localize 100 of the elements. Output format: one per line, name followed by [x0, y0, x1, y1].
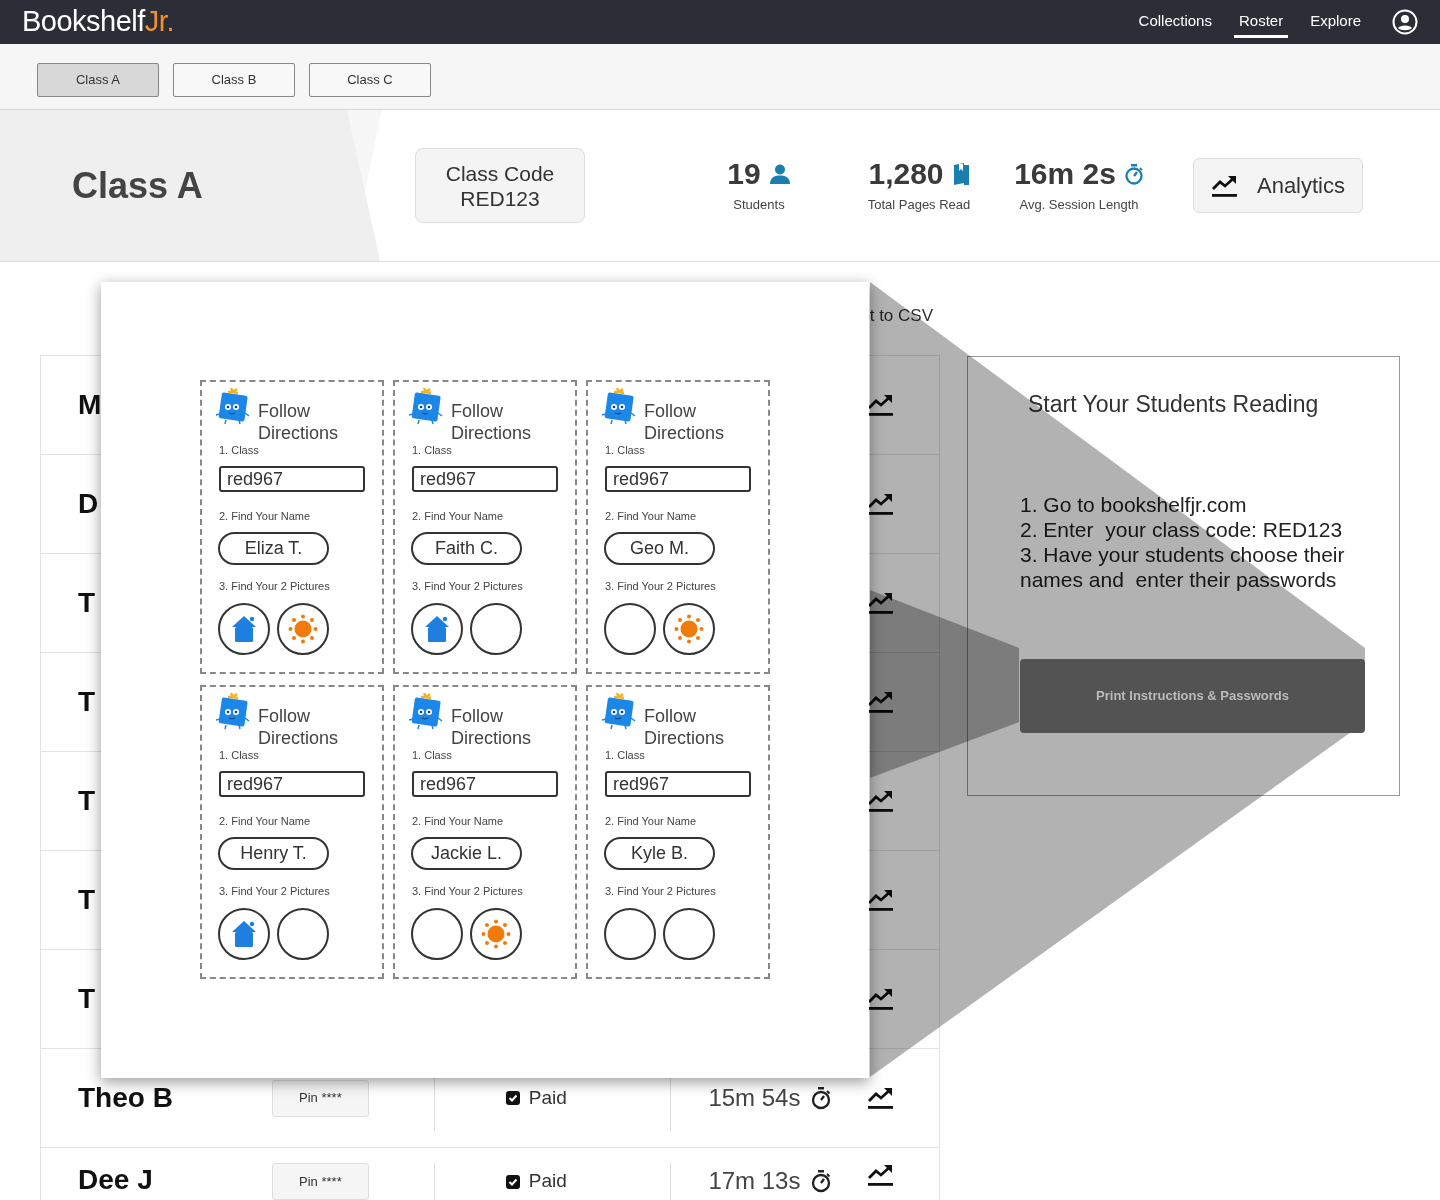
picture-slot	[411, 908, 463, 960]
picture-slot	[277, 908, 329, 960]
student-name: M	[78, 389, 102, 420]
class-title: Class A	[71, 163, 204, 208]
picture-slot	[663, 908, 715, 960]
class-field[interactable]: red967	[412, 771, 558, 797]
student-name: T	[78, 884, 96, 915]
class-tab[interactable]: Class C	[309, 63, 431, 97]
step-label: 1. Class	[605, 444, 646, 457]
trend-chart-icon[interactable]	[867, 987, 895, 1011]
stat-value: 19	[727, 156, 761, 191]
checkbox[interactable]	[505, 1091, 520, 1105]
trend-chart-icon[interactable]	[867, 789, 895, 813]
class-field[interactable]: red967	[605, 466, 751, 492]
step-label: 2. Find Your Name	[605, 510, 698, 523]
step-label: 3. Find Your 2 Pictures	[219, 885, 331, 898]
trend-chart-icon[interactable]	[867, 492, 895, 516]
nav-link[interactable]: Collections	[1133, 10, 1217, 38]
book-icon	[951, 161, 970, 186]
trend-chart-icon[interactable]	[867, 690, 895, 714]
sun-icon	[288, 614, 318, 644]
pin-button[interactable]: Pin ****	[272, 1079, 369, 1117]
card-title: Follow Directions	[644, 705, 726, 749]
card-title: Follow Directions	[644, 400, 726, 444]
step-label: 2. Find Your Name	[219, 510, 312, 523]
step-label: 2. Find Your Name	[605, 815, 698, 828]
student-name: T	[78, 686, 96, 717]
session-time: 17m 13s	[708, 1166, 801, 1196]
step-label: 1. Class	[412, 444, 453, 457]
analytics-button[interactable]: Analytics	[1193, 158, 1363, 213]
person-icon	[768, 162, 791, 185]
student-name-tag: Jackie L.	[411, 837, 522, 870]
session-time: 15m 54s	[708, 1083, 801, 1113]
picture-slot	[604, 908, 656, 960]
stopwatch-icon	[810, 1086, 833, 1110]
stat-label: Avg. Session Length	[1019, 195, 1139, 214]
step-label: 1. Class	[412, 749, 453, 762]
paid-label: Paid	[528, 1085, 567, 1110]
stat-label: Total Pages Read	[867, 195, 971, 214]
profile-icon[interactable]	[1392, 9, 1418, 35]
class-field[interactable]: red967	[412, 466, 558, 492]
student-name-tag: Henry T.	[218, 837, 329, 870]
sun-icon	[674, 614, 704, 644]
house-icon	[423, 614, 451, 644]
step-label: 3. Find Your 2 Pictures	[412, 580, 524, 593]
export-link[interactable]: t to CSV	[869, 306, 933, 325]
class-code-value: RED123	[460, 185, 540, 211]
step-label: 1. Class	[605, 749, 646, 762]
student-name: D	[78, 488, 99, 519]
logo[interactable]: BookshelfJr.	[22, 4, 174, 38]
student-name-tag: Eliza T.	[218, 532, 329, 565]
instruction-step: 3. Have your students choose their names and enter their passwords	[1020, 541, 1365, 592]
student-name-tag: Faith C.	[411, 532, 522, 565]
house-icon	[230, 919, 258, 949]
trend-chart-icon[interactable]	[867, 591, 895, 615]
card-title: Follow Directions	[451, 705, 533, 749]
step-label: 3. Find Your 2 Pictures	[605, 580, 717, 593]
class-tab[interactable]: Class A	[37, 63, 159, 97]
student-name: Dee J	[78, 1164, 153, 1195]
step-label: 3. Find Your 2 Pictures	[412, 885, 524, 898]
student-name: T	[78, 983, 96, 1014]
house-icon	[230, 614, 258, 644]
step-label: 2. Find Your Name	[412, 510, 505, 523]
class-code-label: Class Code	[445, 160, 555, 186]
print-button[interactable]: Print Instructions & Passwords	[1020, 658, 1365, 733]
trend-chart-icon[interactable]	[867, 888, 895, 912]
student-name-tag: Kyle B.	[604, 837, 715, 870]
trend-chart-icon[interactable]	[867, 393, 895, 417]
picture-slot	[470, 603, 522, 655]
stopwatch-icon	[1123, 162, 1144, 185]
stat-value: 16m 2s	[1014, 156, 1116, 191]
class-field[interactable]: red967	[605, 771, 751, 797]
card-title: Follow Directions	[258, 400, 340, 444]
step-label: 2. Find Your Name	[219, 815, 312, 828]
nav-link[interactable]: Roster	[1233, 10, 1289, 38]
stopwatch-icon	[810, 1169, 833, 1193]
step-label: 2. Find Your Name	[412, 815, 505, 828]
trend-chart-icon[interactable]	[867, 1086, 895, 1110]
student-name: T	[78, 785, 96, 816]
step-label: 3. Find Your 2 Pictures	[605, 885, 717, 898]
class-field[interactable]: red967	[219, 771, 365, 797]
trend-chart-icon[interactable]	[867, 1163, 895, 1187]
nav-link[interactable]: Explore	[1305, 10, 1366, 38]
card-title: Follow Directions	[258, 705, 340, 749]
class-tab[interactable]: Class B	[173, 63, 295, 97]
panel-title: Start Your Students Reading	[1027, 390, 1320, 419]
instruction-step: 1. Go to bookshelfjr.com	[1020, 491, 1365, 517]
student-name: T	[78, 587, 96, 618]
stat-value: 1,280	[868, 156, 944, 191]
picture-slot	[604, 603, 656, 655]
student-name: Theo B	[78, 1082, 173, 1113]
sun-icon	[481, 919, 511, 949]
checkbox[interactable]	[505, 1174, 520, 1189]
student-name-tag: Geo M.	[604, 532, 715, 565]
step-label: 3. Find Your 2 Pictures	[219, 580, 331, 593]
step-label: 1. Class	[219, 444, 260, 457]
step-label: 1. Class	[219, 749, 260, 762]
pin-button[interactable]: Pin ****	[272, 1163, 369, 1200]
card-title: Follow Directions	[451, 400, 533, 444]
class-field[interactable]: red967	[219, 466, 365, 492]
